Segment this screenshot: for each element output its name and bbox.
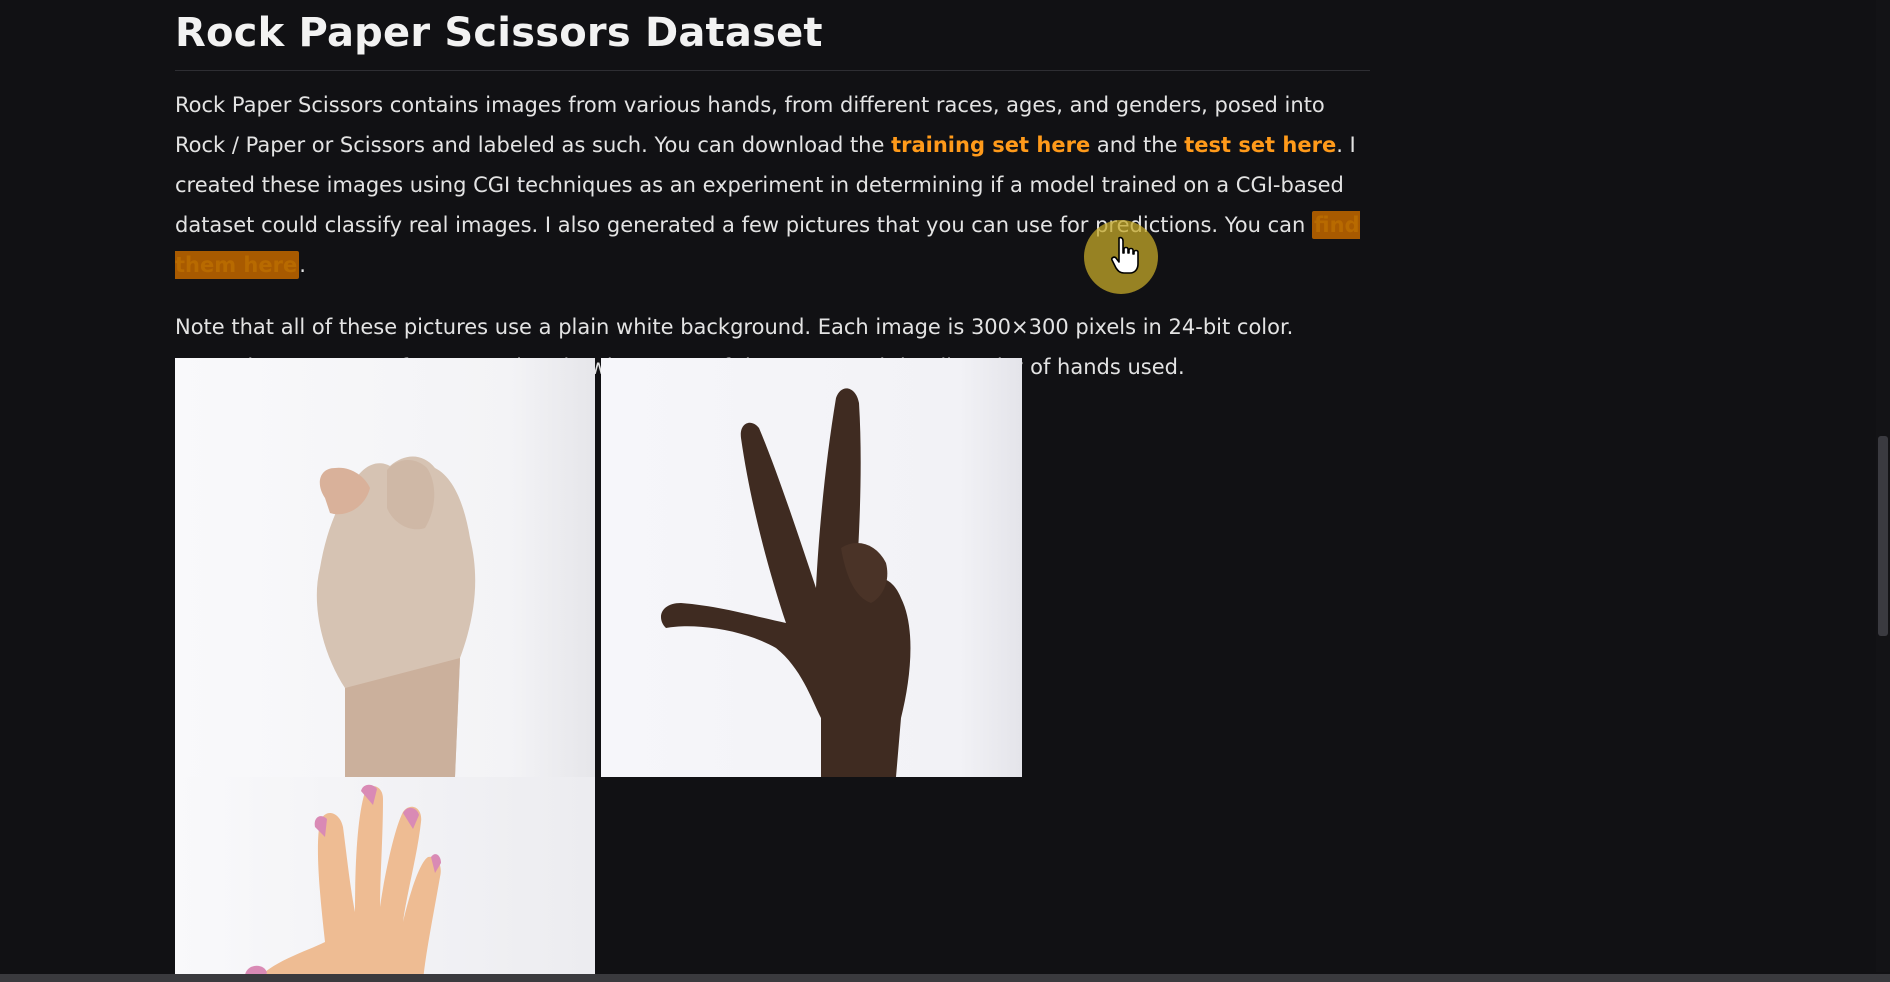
scissors-hand-image: [601, 358, 1022, 777]
training-set-link[interactable]: training set here: [891, 133, 1090, 157]
hand-pointer-icon: [1110, 236, 1140, 276]
paper-hand-image: [175, 777, 595, 982]
rock-hand-image: [175, 358, 595, 777]
title-divider: [175, 70, 1370, 71]
scrollbar-thumb[interactable]: [1878, 436, 1888, 636]
description-paragraph: Rock Paper Scissors contains images from…: [175, 85, 1370, 285]
page-title: Rock Paper Scissors Dataset: [175, 10, 823, 56]
paragraph-text: .: [299, 253, 306, 277]
paragraph-text: and the: [1090, 133, 1185, 157]
article-content: Rock Paper Scissors Dataset Rock Paper S…: [175, 0, 1370, 387]
page: Rock Paper Scissors Dataset Rock Paper S…: [0, 0, 1890, 982]
test-set-link[interactable]: test set here: [1184, 133, 1336, 157]
bottom-edge-bar: [0, 974, 1890, 982]
page-scrollbar[interactable]: [1876, 0, 1890, 972]
